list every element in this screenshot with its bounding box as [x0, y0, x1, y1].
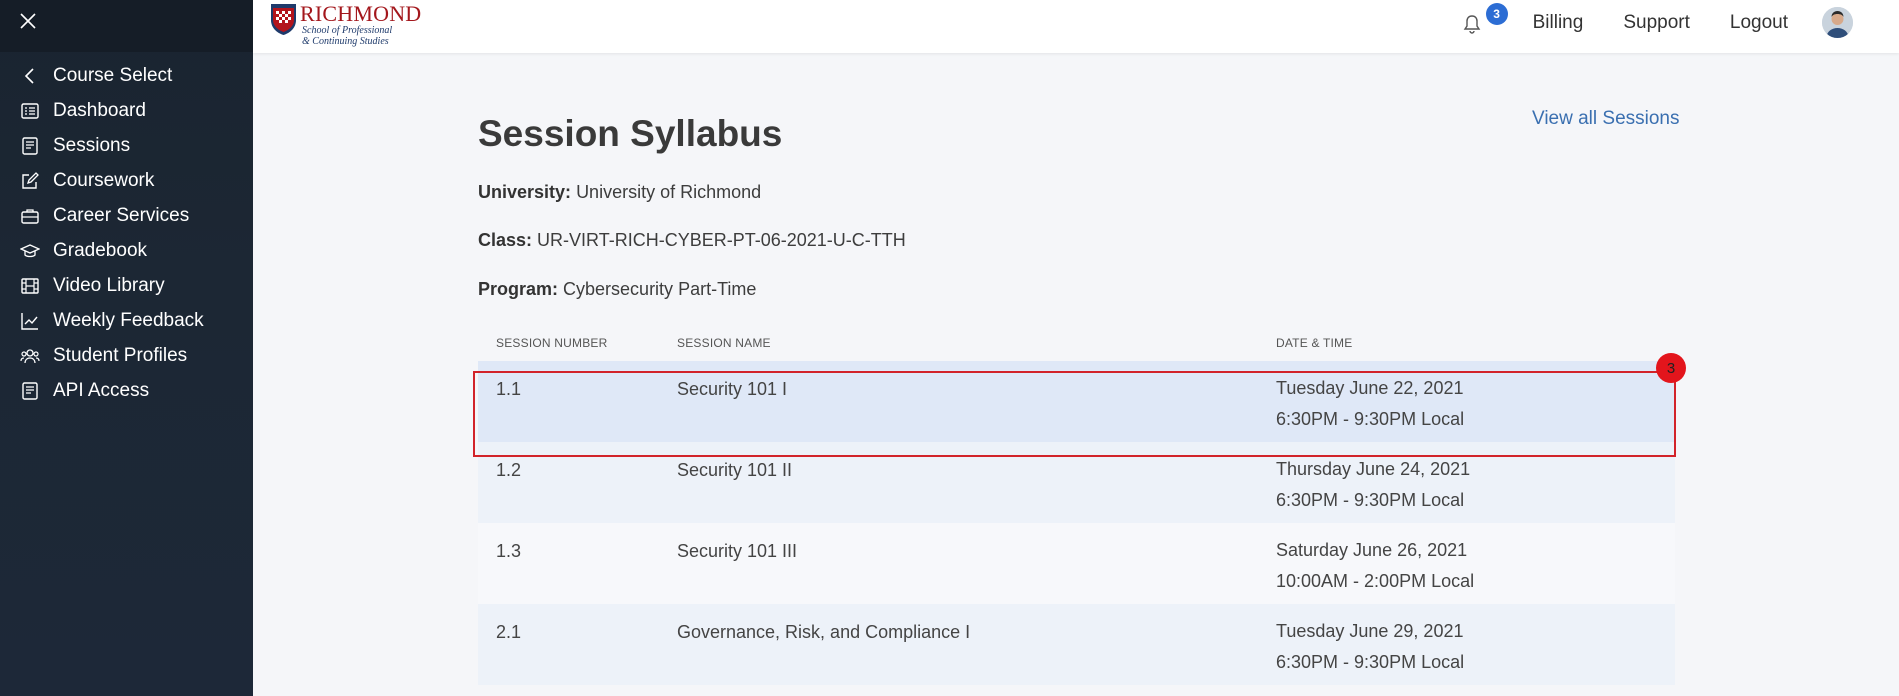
sidebar-top — [0, 0, 253, 52]
session-date: Tuesday June 29, 2021 — [1276, 621, 1464, 641]
sidebar-item-label: Career Services — [53, 204, 190, 226]
table-row[interactable]: 1.3 Security 101 III Saturday June 26, 2… — [478, 523, 1675, 604]
close-icon[interactable] — [18, 11, 38, 31]
sidebar-item-label: Gradebook — [53, 239, 148, 261]
column-header-date-time: DATE & TIME — [1276, 335, 1353, 350]
sidebar-item-video-library[interactable]: Video Library — [0, 268, 253, 303]
program-label: Program: — [478, 279, 559, 299]
session-datetime: Tuesday June 22, 2021 6:30PM - 9:30PM Lo… — [1276, 378, 1675, 442]
table-row[interactable]: 2.1 Governance, Risk, and Compliance I T… — [478, 604, 1675, 685]
class-value: UR-VIRT-RICH-CYBER-PT-06-2021-U-C-TTH — [537, 230, 906, 250]
session-datetime: Tuesday June 29, 2021 6:30PM - 9:30PM Lo… — [1276, 621, 1675, 685]
class-label: Class: — [478, 230, 533, 250]
shield-logo-icon — [271, 4, 296, 35]
sidebar-item-label: Coursework — [53, 169, 155, 191]
sidebar-item-dashboard[interactable]: Dashboard — [0, 93, 253, 128]
table-row[interactable]: 1.1 Security 101 I Tuesday June 22, 2021… — [478, 361, 1675, 442]
dashboard-list-icon — [20, 101, 40, 121]
graduation-cap-icon — [20, 241, 40, 261]
sidebar-item-student-profiles[interactable]: Student Profiles — [0, 338, 253, 373]
chart-line-icon — [20, 311, 40, 331]
sidebar-item-course-select[interactable]: Course Select — [0, 58, 253, 93]
university-value: University of Richmond — [576, 182, 762, 202]
session-name: Security 101 II — [677, 460, 793, 480]
logout-link[interactable]: Logout — [1730, 12, 1788, 34]
notification-count-badge: 3 — [1485, 2, 1508, 25]
session-time: 6:30PM - 9:30PM Local — [1276, 490, 1465, 510]
chevron-left-icon — [20, 66, 40, 86]
program-info: Program: Cybersecurity Part-Time — [478, 279, 756, 300]
session-datetime: Saturday June 26, 2021 10:00AM - 2:00PM … — [1276, 540, 1675, 604]
sidebar-item-weekly-feedback[interactable]: Weekly Feedback — [0, 303, 253, 338]
session-number: 2.1 — [496, 622, 522, 642]
notifications-button[interactable]: 3 — [1463, 2, 1508, 34]
billing-link[interactable]: Billing — [1533, 12, 1584, 34]
session-number: 1.3 — [496, 541, 522, 561]
sidebar-item-api-access[interactable]: API Access — [0, 373, 253, 408]
header-actions: 3 Billing Support Logout — [1463, 0, 1899, 45]
sidebar-item-gradebook[interactable]: Gradebook — [0, 233, 253, 268]
book-icon — [20, 136, 40, 156]
sessions-table: SESSION NUMBER SESSION NAME DATE & TIME … — [478, 324, 1675, 685]
briefcase-icon — [20, 206, 40, 226]
users-icon — [20, 346, 40, 366]
column-header-session-name: SESSION NAME — [677, 335, 771, 350]
richmond-logo[interactable]: RICHMOND School of Professional & Contin… — [270, 3, 421, 47]
sidebar-item-label: Sessions — [53, 134, 131, 156]
main-content: Session Syllabus View all Sessions Unive… — [253, 53, 1899, 696]
session-number: 1.1 — [496, 379, 522, 399]
session-date: Tuesday June 22, 2021 — [1276, 378, 1464, 398]
highlight-badge: 3 — [1656, 353, 1686, 383]
support-link[interactable]: Support — [1623, 12, 1690, 34]
bell-icon — [1463, 14, 1480, 34]
session-name: Governance, Risk, and Compliance I — [677, 622, 971, 642]
session-time: 6:30PM - 9:30PM Local — [1276, 409, 1465, 429]
logo-title: RICHMOND — [300, 1, 422, 26]
university-info: University: University of Richmond — [478, 182, 761, 203]
logo-subtitle-2: & Continuing Studies — [302, 36, 389, 47]
session-datetime: Thursday June 24, 2021 6:30PM - 9:30PM L… — [1276, 459, 1675, 523]
program-value: Cybersecurity Part-Time — [563, 279, 757, 299]
class-info: Class: UR-VIRT-RICH-CYBER-PT-06-2021-U-C… — [478, 230, 906, 251]
table-row[interactable]: 1.2 Security 101 II Thursday June 24, 20… — [478, 442, 1675, 523]
view-all-sessions-link[interactable]: View all Sessions — [1532, 108, 1680, 130]
edit-icon — [20, 171, 40, 191]
table-header: SESSION NUMBER SESSION NAME DATE & TIME — [478, 324, 1675, 361]
university-label: University: — [478, 182, 572, 202]
avatar[interactable] — [1822, 7, 1853, 38]
sidebar: Course Select Dashboard Sessions Coursew… — [0, 0, 253, 696]
session-name: Security 101 III — [677, 541, 798, 561]
session-number: 1.2 — [496, 460, 522, 480]
sidebar-item-label: API Access — [53, 379, 150, 401]
sidebar-item-coursework[interactable]: Coursework — [0, 163, 253, 198]
session-time: 6:30PM - 9:30PM Local — [1276, 652, 1465, 672]
session-name: Security 101 I — [677, 379, 788, 399]
film-icon — [20, 276, 40, 296]
user-avatar-icon — [1822, 7, 1853, 38]
sidebar-item-label: Student Profiles — [53, 344, 188, 366]
sidebar-item-sessions[interactable]: Sessions — [0, 128, 253, 163]
top-header: RICHMOND School of Professional & Contin… — [253, 0, 1899, 53]
session-date: Thursday June 24, 2021 — [1276, 459, 1471, 479]
session-date: Saturday June 26, 2021 — [1276, 540, 1468, 560]
sidebar-item-label: Video Library — [53, 274, 165, 296]
sidebar-nav: Course Select Dashboard Sessions Coursew… — [0, 52, 253, 408]
column-header-session-number: SESSION NUMBER — [496, 335, 608, 350]
logo-subtitle-1: School of Professional — [302, 25, 393, 36]
sidebar-item-label: Weekly Feedback — [53, 309, 204, 331]
session-time: 10:00AM - 2:00PM Local — [1276, 571, 1475, 591]
sidebar-item-label: Dashboard — [53, 99, 146, 121]
sidebar-item-label: Course Select — [53, 64, 173, 86]
sidebar-item-career-services[interactable]: Career Services — [0, 198, 253, 233]
page-title: Session Syllabus — [478, 113, 783, 154]
book-icon — [20, 381, 40, 401]
